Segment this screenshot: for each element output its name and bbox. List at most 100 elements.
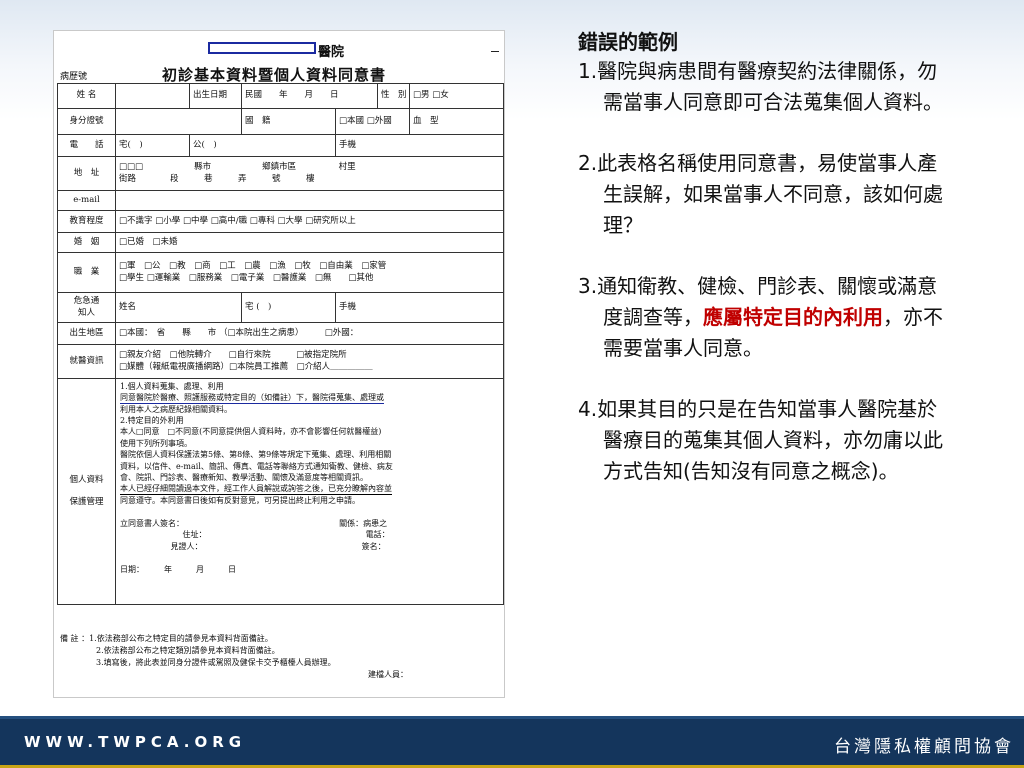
row-phone: 電 話 宅( ) 公( ) 手機 <box>57 134 505 157</box>
note-2: 2.依法務部公布之特定類別請參見本資料背面備註。 <box>96 646 280 655</box>
form-title: 初診基本資料暨個人資料同意書 <box>162 66 387 84</box>
office-phone: 公( ) <box>189 134 336 157</box>
witness-label: 見證人： <box>170 541 203 551</box>
date-row: 日期： 年 月 日 <box>120 565 236 575</box>
pd-content: 1.個人資料蒐集、處理、利用 同意醫院於醫療、照護服務或特定目的（如備註）下，醫… <box>114 378 505 605</box>
pd-line-7: 資料，以信件、e-mail、簡訊、傳真、電話等聯絡方式通知衛教、健檢、病友 <box>120 461 499 472</box>
row-birthplace: 出生地區 □本國： 省 縣 市 （□本院出生之病患） □外國： <box>57 322 505 345</box>
pd-label: 個人資料 保護管理 <box>57 378 116 605</box>
consult-label: 就醫資訊 <box>57 344 116 379</box>
birthplace-label: 出生地區 <box>57 322 116 345</box>
consent-form-scan: 醫院 病歷號 初診基本資料暨個人資料同意書 姓 名 出生日期 民國 年 月 日 … <box>53 30 505 698</box>
sign-label: 簽名： <box>361 541 386 551</box>
phone-label: 電 話 <box>57 134 116 157</box>
note-3: 3.填寫後，將此表並同身分證件或駕照及健保卡交予櫃檯人員辦理。 <box>96 658 336 667</box>
address-field: □□□ 縣市 鄉鎮市區 村里 街路 段 巷 弄 號 樓 <box>114 156 505 191</box>
consult-options: □親友介紹 □他院轉介 □自行來院 □被指定院所 □媒體（報紙電視廣播網路）□本… <box>114 344 505 379</box>
pd-line-6: 醫院依個人資料保護法第5條、第8條、第9條等規定下蒐集、處理、利用相關 <box>120 450 392 460</box>
row-marriage: 婚 姻 □已婚 □未婚 <box>57 232 505 253</box>
pd-signer-row: 立同意書人簽名： 關係：病患之 <box>120 518 499 530</box>
row-emergency: 危急通 知人 姓名 宅 ( ) 手機 <box>57 292 505 323</box>
name-label: 姓 名 <box>57 83 116 109</box>
corner-dash <box>491 51 499 52</box>
pd-line-0: 1.個人資料蒐集、處理、利用 <box>120 382 224 391</box>
address-line-1: □□□ 縣市 鄉鎮市區 村里 <box>119 162 356 173</box>
form-notes: 備 註 ：1.依法務部公布之特定目的請參見本資料背面備註。 2.依法務部公布之特… <box>60 633 500 679</box>
emergency-mobile: 手機 <box>334 292 505 323</box>
pd-witness-row: 見證人： 簽名： <box>120 541 499 552</box>
commentary-panel: 錯誤的範例 1.醫院與病患間有醫療契約法律關係，勿需當事人同意即可合法蒐集個人資… <box>578 28 946 487</box>
row-consult: 就醫資訊 □親友介紹 □他院轉介 □自行來院 □被指定院所 □媒體（報紙電視廣播… <box>57 344 505 379</box>
occupation-label: 職 業 <box>57 252 116 293</box>
hospital-suffix: 醫院 <box>318 45 345 60</box>
pd-label-line-2: 保護管理 <box>69 496 104 507</box>
marriage-options: □已婚 □未婚 <box>114 232 505 253</box>
id-field <box>115 108 242 135</box>
occupation-line-1: □軍 □公 □教 □商 □工 □農 □漁 □牧 □自由業 □家管 <box>119 261 387 272</box>
consult-line-2: □媒體（報紙電視廣播網路）□本院員工推薦 □介紹人＿＿＿＿＿ <box>119 361 373 372</box>
address-line-2: 街路 段 巷 弄 號 樓 <box>119 173 315 184</box>
marriage-label: 婚 姻 <box>57 232 116 253</box>
point-3: 3.通知衛教、健檢、門診表、關懷或滿意度調查等，應屬特定目的內利用，亦不需要當事… <box>578 271 946 364</box>
sex-label: 性 別 <box>377 83 411 109</box>
education-options: □不識字 □小學 □中學 □高中/職 □專科 □大學 □研究所以上 <box>114 210 505 233</box>
home-phone: 宅( ) <box>115 134 190 157</box>
row-email: e-mail <box>57 190 505 211</box>
pd-label-line-1: 個人資料 <box>69 475 104 486</box>
signer-label: 立同意書人簽名： <box>120 518 184 530</box>
pd-line-5: 使用下列所列事項。 <box>120 438 192 448</box>
redacted-hospital-name-box <box>208 42 316 54</box>
pd-line-10: 同意遵守。本同意書日後如有反對意見，可另提出終止利用之申請。 <box>120 495 360 506</box>
occupation-line-2: □學生 □運輸業 □服務業 □電子業 □醫護業 □無 □其他 <box>119 272 374 283</box>
nation-label: 國 籍 <box>241 108 336 135</box>
footer-url[interactable]: WWW.TWPCA.ORG <box>24 733 246 751</box>
pd-address-row: 住址： 電話： <box>120 529 499 540</box>
address-label: 地 址 <box>57 156 116 191</box>
mobile-phone: 手機 <box>334 134 505 157</box>
emergency-home: 宅 ( ) <box>241 292 336 323</box>
blood-label: 血 型 <box>409 108 505 135</box>
pd-line-8: 會、院訊、門診表、醫療新知、教學活動、關懷及滿意度等相關資訊。 <box>120 472 499 484</box>
chart-number-label: 病歷號 <box>60 72 88 82</box>
row-personal-data: 個人資料 保護管理 1.個人資料蒐集、處理、利用 同意醫院於醫療、照護服務或特定… <box>57 378 505 605</box>
birthplace-value: □本國： 省 縣 市 （□本院出生之病患） □外國： <box>114 322 505 345</box>
emergency-home-value: ( ) <box>256 301 272 312</box>
phone-sign-label: 電話： <box>365 530 390 540</box>
relation-label: 關係：病患之 <box>339 518 388 528</box>
row-name: 姓 名 出生日期 民國 年 月 日 性 別 □男 □女 <box>57 83 505 109</box>
footer-organization: 台灣隱私權顧問協會 <box>834 737 1014 757</box>
education-label: 教育程度 <box>57 210 116 233</box>
consult-line-1: □親友介紹 □他院轉介 □自行來院 □被指定院所 <box>119 350 347 361</box>
occupation-options: □軍 □公 □教 □商 □工 □農 □漁 □牧 □自由業 □家管 □學生 □運輸… <box>114 252 505 293</box>
pd-line-9: 本人已經仔細閱讀過本文件，經工作人員解說或詢答之後，已充分瞭解內容並 <box>120 484 392 495</box>
sex-options: □男 □女 <box>409 83 505 109</box>
panel-heading: 錯誤的範例 <box>578 30 678 54</box>
point-4: 4.如果其目的只是在告知當事人醫院基於醫療目的蒐集其個人資料，亦勿庸以此方式告知… <box>578 397 943 483</box>
row-address: 地 址 □□□ 縣市 鄉鎮市區 村里 街路 段 巷 弄 號 樓 <box>57 156 505 191</box>
emergency-home-label: 宅 <box>245 301 254 312</box>
pd-line-3: 2.特定目的外利用 <box>120 415 499 427</box>
emergency-label: 危急通 知人 <box>57 292 116 323</box>
email-field <box>114 190 505 211</box>
footer-bar: WWW.TWPCA.ORG 台灣隱私權顧問協會 <box>0 716 1024 768</box>
pd-line-4: 本人□同意 □不同意(不同意提供個人資料時，亦不會影響任何就醫權益) <box>120 427 382 437</box>
birth-value: 民國 年 月 日 <box>240 83 379 109</box>
address-sign-label: 住址： <box>182 530 207 540</box>
id-label: 身分證號 <box>57 108 116 135</box>
point-2: 2.此表格名稱使用同意書，易使當事人產生誤解，如果當事人不同意，該如何處理？ <box>578 151 943 237</box>
point-1: 1.醫院與病患間有醫療契約法律關係，勿需當事人同意即可合法蒐集個人資料。 <box>578 59 943 114</box>
name-field <box>115 83 190 109</box>
email-label: e-mail <box>57 190 116 211</box>
row-id: 身分證號 國 籍 □本國 □外國 血 型 <box>57 108 505 135</box>
birth-label: 出生日期 <box>189 83 242 109</box>
form-table: 姓 名 出生日期 民國 年 月 日 性 別 □男 □女 身分證號 國 籍 □本國… <box>57 83 505 605</box>
emergency-label-line-1: 危急通 <box>73 296 100 307</box>
point-3-highlight: 應屬特定目的內利用 <box>703 305 883 329</box>
hospital-name-area: 醫院 <box>208 41 368 60</box>
row-education: 教育程度 □不識字 □小學 □中學 □高中/職 □專科 □大學 □研究所以上 <box>57 210 505 233</box>
nation-options: □本國 □外國 <box>334 108 411 135</box>
note-1: 備 註 ：1.依法務部公布之特定目的請參見本資料背面備註。 <box>60 634 273 643</box>
pd-line-1: 同意醫院於醫療、照護服務或特定目的（如備註）下，醫院得蒐集、處理或 <box>120 392 499 404</box>
row-occupation: 職 業 □軍 □公 □教 □商 □工 □農 □漁 □牧 □自由業 □家管 □學生… <box>57 252 505 293</box>
builder-label: 建檔人員： <box>368 670 408 679</box>
